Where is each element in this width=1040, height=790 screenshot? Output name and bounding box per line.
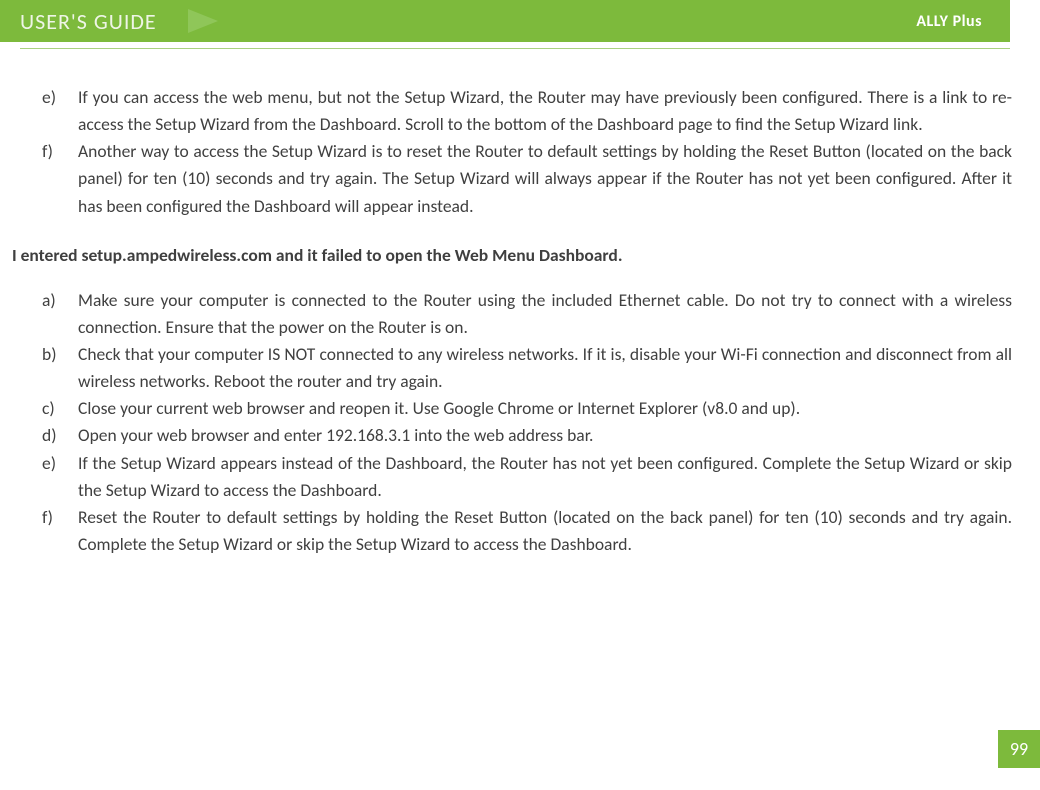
list-section-1: e) If you can access the web menu, but n…: [12, 84, 1012, 220]
list-marker: f): [42, 504, 53, 531]
page-header: USER'S GUIDE ALLY Plus: [0, 0, 1040, 52]
list-item: a) Make sure your computer is connected …: [78, 287, 1012, 341]
list-section-2: a) Make sure your computer is connected …: [12, 287, 1012, 558]
list-text: If you can access the web menu, but not …: [78, 86, 1012, 135]
list-text: Another way to access the Setup Wizard i…: [78, 140, 1012, 216]
section-heading: I entered setup.ampedwireless.com and it…: [12, 242, 1012, 269]
page-content: e) If you can access the web menu, but n…: [0, 52, 1040, 558]
list-marker: c): [42, 395, 55, 422]
page-number: 99: [998, 730, 1040, 768]
list-marker: f): [42, 138, 53, 165]
header-bar: USER'S GUIDE ALLY Plus: [0, 0, 1010, 42]
page-number-value: 99: [1010, 738, 1028, 760]
list-item: e) If the Setup Wizard appears instead o…: [78, 450, 1012, 504]
header-title: USER'S GUIDE: [20, 8, 157, 35]
header-underline: [20, 48, 1010, 49]
list-text: If the Setup Wizard appears instead of t…: [78, 452, 1012, 501]
list-text: Reset the Router to default settings by …: [78, 506, 1012, 555]
list-text: Check that your computer IS NOT connecte…: [78, 343, 1012, 392]
list-text: Open your web browser and enter 192.168.…: [78, 424, 593, 446]
list-marker: b): [42, 341, 57, 368]
list-marker: a): [42, 287, 56, 314]
list-text: Close your current web browser and reope…: [78, 397, 800, 419]
list-item: f) Another way to access the Setup Wizar…: [78, 138, 1012, 219]
list-text: Make sure your computer is connected to …: [78, 289, 1012, 338]
list-marker: e): [42, 84, 56, 111]
header-product: ALLY Plus: [916, 12, 982, 31]
list-item: b) Check that your computer IS NOT conne…: [78, 341, 1012, 395]
list-marker: d): [42, 422, 57, 449]
list-item: d) Open your web browser and enter 192.1…: [78, 422, 1012, 449]
list-item: c) Close your current web browser and re…: [78, 395, 1012, 422]
list-marker: e): [42, 450, 56, 477]
list-item: f) Reset the Router to default settings …: [78, 504, 1012, 558]
list-item: e) If you can access the web menu, but n…: [78, 84, 1012, 138]
